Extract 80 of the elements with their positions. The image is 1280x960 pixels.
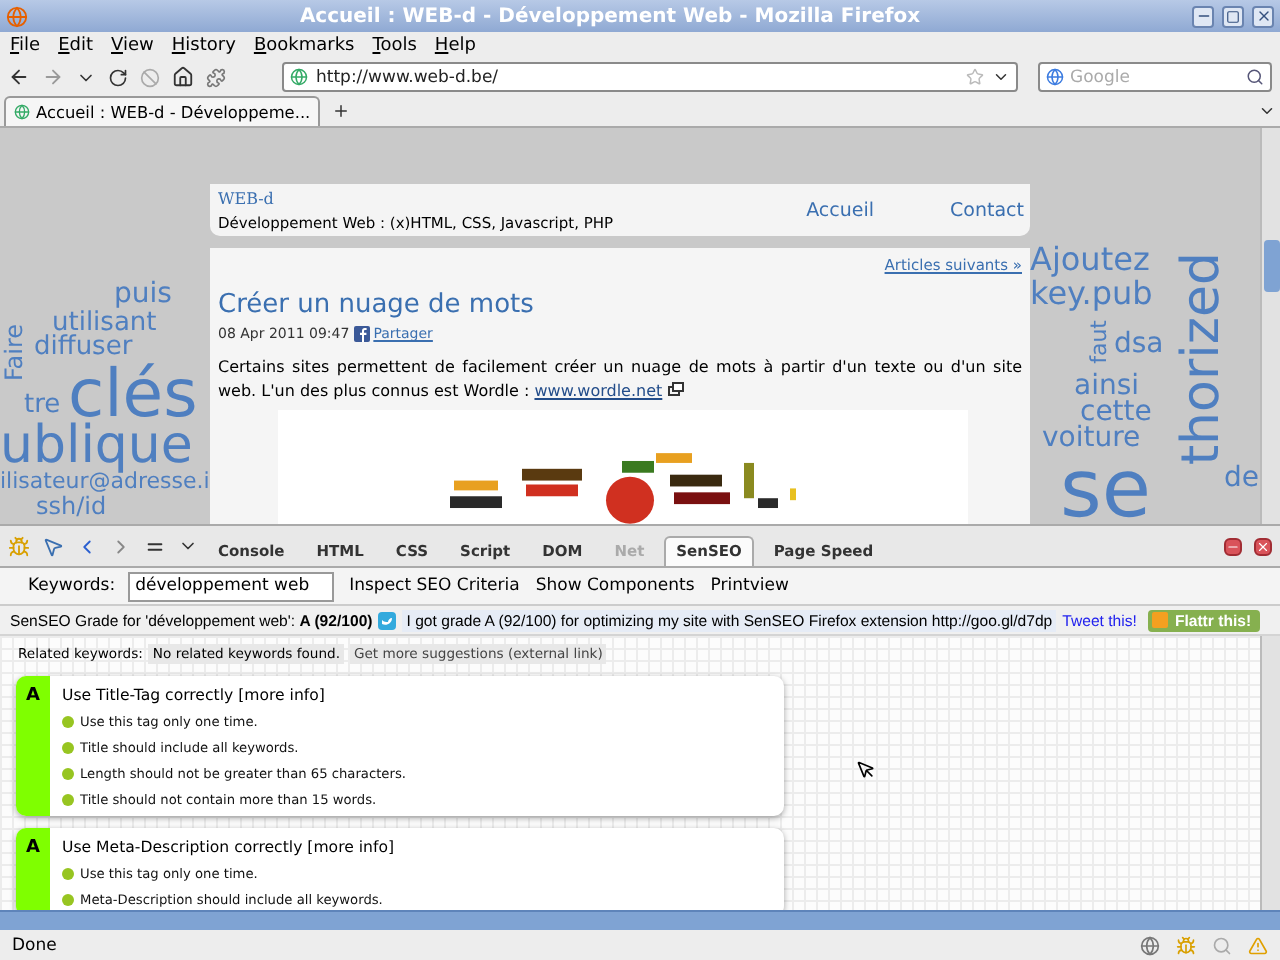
browser-tab[interactable]: Accueil : WEB-d - Développeme... [4,96,321,126]
flattr-icon [1152,612,1169,628]
star-icon[interactable] [966,68,984,86]
menu-item[interactable]: Tools [372,35,417,55]
scrollbar[interactable] [1260,636,1280,910]
status-dot [62,742,74,754]
home-icon[interactable] [172,66,194,88]
keywords-label: Keywords: [28,576,116,596]
forward-icon[interactable] [42,66,64,88]
toolbar-action[interactable]: Printview [710,576,789,596]
grade-letter: A [26,686,40,710]
puzzle-icon[interactable] [206,67,226,87]
close-icon [1255,8,1271,24]
tab-list-icon[interactable] [1258,102,1276,120]
wordle-link[interactable]: www.wordle.net [534,381,663,400]
horizontal-scrollbar[interactable] [0,910,1280,930]
article-text: Certains sites permettent de facilement créer un nuage de mots à partir d'un texte ou d'un site web. L'un des plus connus est Wordle : www.wordle.net [218,356,1022,403]
cloud-word: voiture [1042,424,1141,452]
address-field[interactable]: http://www.web-d.be/ [282,62,1018,92]
cloud-word: se [1060,450,1151,524]
cloud-word: faut [1088,320,1110,364]
cloud-word: diffuser [34,334,133,360]
cloud-word: ilisateur@adresse.i [0,470,210,492]
search-icon[interactable] [1246,68,1264,86]
menu-item[interactable]: History [171,35,236,55]
cloud-word: ssh/id [36,494,107,518]
cloud-word: tre [24,392,61,418]
nav-link[interactable]: Accueil [806,199,875,221]
close-button[interactable] [1254,537,1272,555]
cloud-word: de [1224,464,1259,492]
window-title: Accueil : WEB-d - Développement Web - Mozilla Firefox [297,5,923,27]
reload-icon[interactable] [108,67,128,87]
minimize-button[interactable] [1192,5,1214,27]
external-link-icon[interactable] [667,381,684,396]
share-icon[interactable] [353,326,370,342]
engine-icon[interactable] [1046,68,1064,86]
cloud-word: cette [1080,398,1152,426]
cloud-word: Ajoutez [1030,244,1150,276]
bird-icon [378,611,397,629]
dropdown-icon[interactable] [992,68,1010,86]
maximize-icon [1226,9,1240,23]
menu-item[interactable]: Bookmarks [253,35,355,55]
status-text: Done [12,935,59,955]
site-name: WEB-d [218,189,276,207]
nav-link[interactable]: Contact [950,199,1024,221]
cloud-word: ainsi [1074,372,1140,400]
menu-item[interactable]: File [10,35,41,55]
close-button[interactable] [1252,5,1274,27]
inspect-icon[interactable] [42,535,64,557]
site-icon [290,68,308,86]
cloud-word: Faire [2,324,26,382]
close-icon [1256,539,1270,553]
toolbar-action[interactable]: Inspect SEO Criteria [349,576,520,596]
globe-icon[interactable] [1140,935,1160,955]
browser-icon [6,5,28,27]
back-icon[interactable] [8,66,30,88]
scrollbar[interactable] [1260,128,1280,524]
menu-item[interactable]: Help [434,35,476,55]
cloud-word: thorized [1176,252,1228,466]
mouse-cursor-icon [856,760,876,780]
status-dot [62,894,74,906]
status-dot [62,794,74,806]
cloud-word: key.pub [1030,278,1153,310]
site-icon [14,104,30,120]
maximize-button[interactable] [1222,5,1244,27]
cloud-word: dsa [1114,330,1164,358]
toolbar-action[interactable]: Show Components [535,576,695,596]
status-dot [62,716,74,728]
grade-letter: A [26,838,40,862]
menu-item[interactable]: Edit [58,35,94,55]
cloud-word: puis [114,280,172,308]
minimize-button[interactable] [1224,537,1242,555]
status-dot [62,868,74,880]
cloud-word: ublique [0,420,193,472]
menu-item[interactable]: View [111,35,154,55]
cloud-word: utilisant [52,310,157,336]
keywords-field[interactable]: développement web [127,571,334,601]
article-title: Créer un nuage de mots [218,290,536,320]
new-tab-icon[interactable] [332,102,351,120]
status-dot [62,768,74,780]
